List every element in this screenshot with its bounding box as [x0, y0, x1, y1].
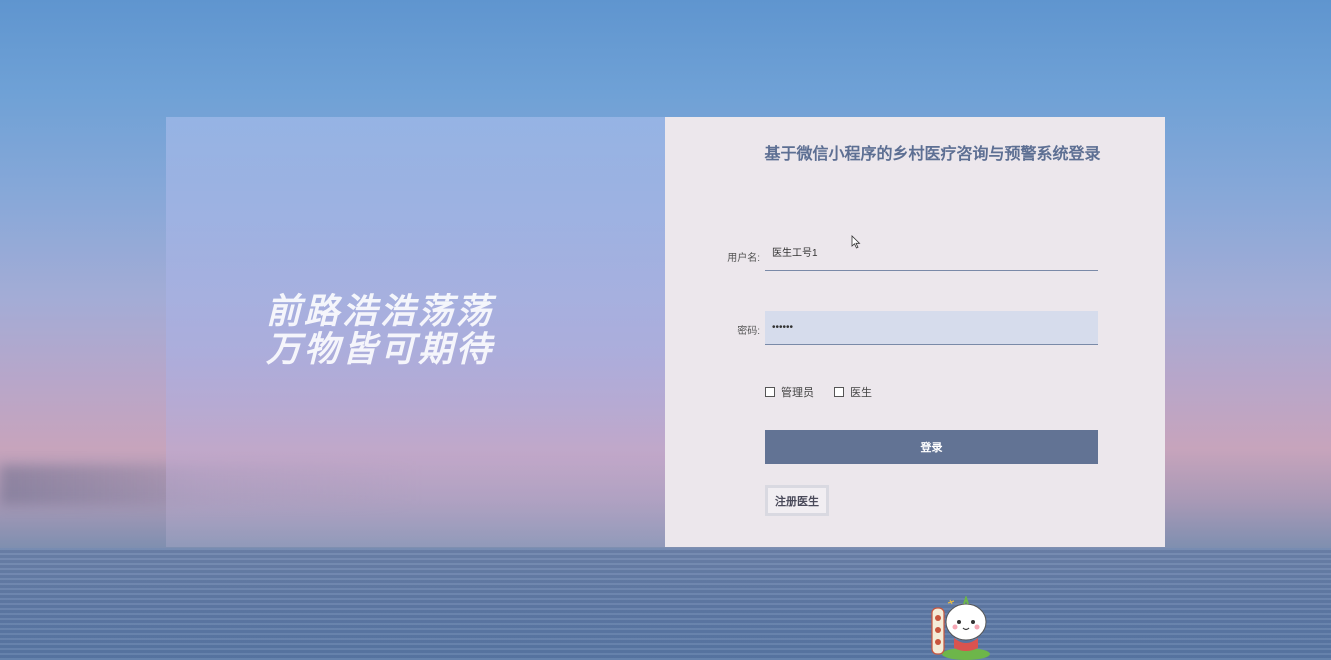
username-label: 用户名: [727, 253, 760, 264]
register-doctor-button[interactable]: 注册医生 [765, 485, 829, 516]
role-doctor-label: 医生 [850, 387, 872, 399]
login-title: 基于微信小程序的乡村医疗咨询与预警系统登录 [764, 146, 1101, 163]
slogan-line-2: 万物皆可期待 [266, 330, 495, 370]
role-admin-label: 管理员 [781, 387, 814, 399]
password-input[interactable]: •••••• [765, 311, 1098, 345]
checkbox-icon[interactable] [834, 387, 844, 397]
slogan-line-1: 前路浩浩荡荡 [266, 292, 495, 332]
password-label: 密码: [737, 326, 760, 337]
cartoon-mascot-icon [931, 596, 990, 660]
role-selector: 管理员 医生 [765, 384, 872, 400]
role-admin-checkbox[interactable]: 管理员 [765, 384, 814, 400]
login-form-panel: 基于微信小程序的乡村医疗咨询与预警系统登录 用户名: 医生工号1 密码: •••… [665, 117, 1165, 547]
checkbox-icon[interactable] [765, 387, 775, 397]
role-doctor-checkbox[interactable]: 医生 [834, 384, 872, 400]
slogan: 前路浩浩荡荡 万物皆可期待 [266, 293, 494, 369]
login-card: 前路浩浩荡荡 万物皆可期待 基于微信小程序的乡村医疗咨询与预警系统登录 用户名:… [166, 117, 1165, 547]
slogan-panel: 前路浩浩荡荡 万物皆可期待 [166, 117, 665, 547]
username-input[interactable]: 医生工号1 [765, 237, 1098, 271]
login-button[interactable]: 登录 [765, 430, 1098, 464]
mouse-pointer-icon [851, 235, 861, 249]
sea-background [0, 548, 1331, 660]
